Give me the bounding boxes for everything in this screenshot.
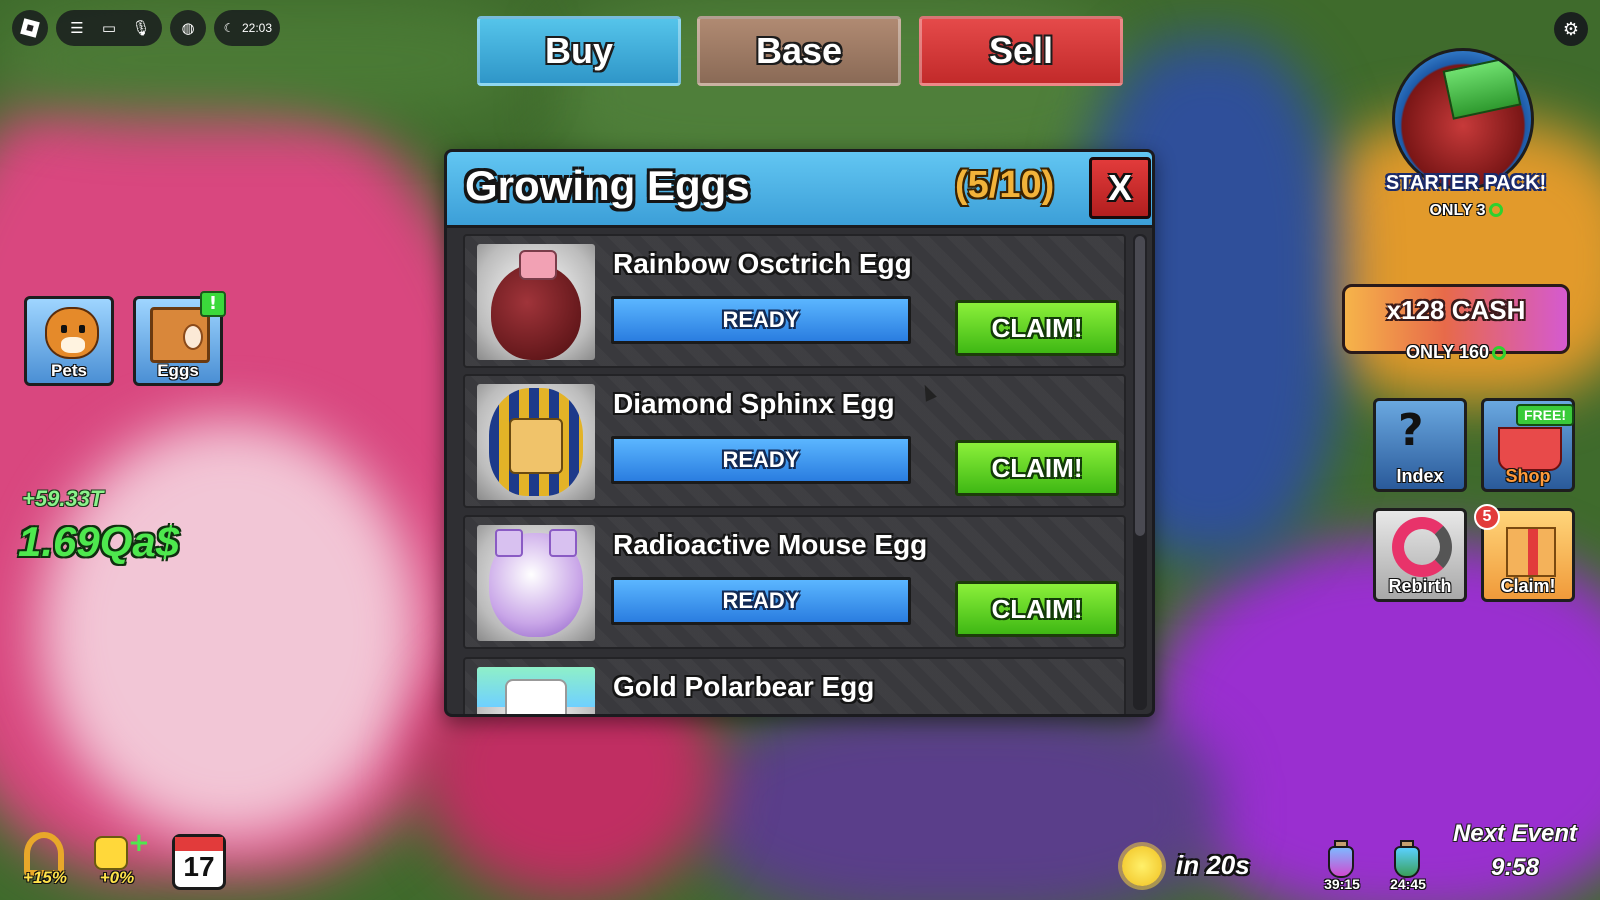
eggs-button[interactable]: ! Eggs <box>133 291 226 386</box>
progress-status: READY <box>722 447 800 472</box>
dog-icon <box>45 307 99 359</box>
sphinx-egg-icon <box>477 384 595 500</box>
boost-percent: +15% <box>23 868 67 887</box>
egg-name: Gold Polarbear Egg <box>613 671 875 702</box>
cash-deal-price: ONLY 160 <box>1342 342 1570 363</box>
sun-icon <box>1122 846 1162 886</box>
cash-stack-icon <box>1442 56 1522 120</box>
scrollbar-thumb[interactable] <box>1135 236 1145 536</box>
modal-title: Growing Eggs <box>465 162 750 209</box>
egg-progress-bar: READY <box>611 577 911 625</box>
egg-list-scrollbar[interactable] <box>1133 234 1147 710</box>
rebirth-label: Rebirth <box>1388 576 1452 596</box>
egg-slot-count: (5/10) <box>955 164 1055 206</box>
growing-eggs-modal: Growing Eggs (5/10) X Rainbow Osctrich E… <box>444 149 1155 717</box>
egg-name: Radioactive Mouse Egg <box>613 529 928 560</box>
egg-list[interactable]: Rainbow Osctrich Egg READY CLAIM! Diamon… <box>463 234 1126 714</box>
starter-pack-title: STARTER PACK! <box>1385 172 1547 194</box>
menu-icon[interactable]: ☰ <box>64 15 90 41</box>
money-balance: 1.69Qa$ <box>18 518 180 565</box>
roblox-menu-button[interactable] <box>12 10 48 46</box>
progress-status: READY <box>722 307 800 332</box>
close-button[interactable]: X <box>1089 157 1151 219</box>
alert-badge: ! <box>200 291 226 317</box>
boost-button[interactable]: +15% <box>16 830 74 888</box>
income-rate: +59.33T <box>22 486 104 511</box>
roblox-topbar: ☰ ▭ 🎙 ◍ ☾ 22:03 <box>12 10 281 46</box>
calendar-icon <box>175 837 223 851</box>
potion-2-button[interactable]: 24:45 <box>1384 838 1428 892</box>
potion-2-timer: 24:45 <box>1390 876 1426 892</box>
next-event-label: Next Event <box>1452 820 1578 847</box>
potion-icon <box>1394 846 1420 878</box>
clock-pill: ☾ 22:03 <box>214 10 281 46</box>
calendar-day: 17 <box>183 851 215 882</box>
cash-deal-title: x128 CASH <box>1386 295 1526 325</box>
potion-icon <box>1328 846 1354 878</box>
mouse-egg-icon <box>477 525 595 641</box>
rebirth-button[interactable]: Rebirth <box>1373 508 1467 602</box>
potion-1-timer: 39:15 <box>1324 876 1360 892</box>
weather-timer: in 20s <box>1176 850 1250 880</box>
robux-icon <box>1488 203 1503 217</box>
egg-row-radioactive-mouse: Radioactive Mouse Egg READY CLAIM! <box>463 515 1126 649</box>
roblox-controls-pill: ☰ ▭ 🎙 <box>56 10 162 46</box>
shop-label: Shop <box>1505 466 1551 486</box>
eggs-label: Eggs <box>157 361 199 380</box>
plus-icon: + <box>128 828 150 858</box>
starter-pack-price: ONLY 3 <box>1372 202 1560 220</box>
clock-time: 22:03 <box>242 21 273 35</box>
index-icon: ? <box>1398 405 1424 456</box>
chat-icon[interactable]: ▭ <box>96 15 122 41</box>
backpack-icon: ◍ <box>181 19 195 37</box>
free-tag: FREE! <box>1516 404 1574 426</box>
mic-icon[interactable]: 🎙 <box>128 15 154 41</box>
tab-buy[interactable]: Buy <box>477 16 681 86</box>
friend-boost-percent: +0% <box>99 868 135 887</box>
index-label: Index <box>1396 466 1444 486</box>
friend-boost-button[interactable]: + +0% <box>88 828 150 888</box>
starter-pack-button[interactable] <box>1392 48 1534 190</box>
settings-gear-icon[interactable]: ⚙ <box>1554 12 1588 46</box>
gift-icon <box>1506 527 1556 577</box>
modal-header: Growing Eggs (5/10) X <box>447 152 1152 228</box>
daily-calendar-button[interactable]: 17 <box>172 834 226 890</box>
moon-icon: ☾ <box>223 21 235 35</box>
claim-gift-label: Claim! <box>1500 576 1556 596</box>
backpack-button[interactable]: ◍ <box>170 10 206 46</box>
tab-sell[interactable]: Sell <box>919 16 1123 86</box>
roblox-icon <box>20 18 40 38</box>
tab-base[interactable]: Base <box>697 16 901 86</box>
pets-button[interactable]: Pets <box>24 296 114 386</box>
egg-progress-bar: READY <box>611 436 911 484</box>
egg-name: Rainbow Osctrich Egg <box>613 248 912 279</box>
egg-row-rainbow-ostrich: Rainbow Osctrich Egg READY CLAIM! <box>463 234 1126 368</box>
friend-icon <box>94 836 128 870</box>
index-button[interactable]: ? Index <box>1373 398 1467 492</box>
claim-button[interactable]: CLAIM! <box>955 581 1119 637</box>
egg-progress-bar: READY <box>611 296 911 344</box>
next-event-timer: 9:58 <box>1490 854 1540 881</box>
claim-button[interactable]: CLAIM! <box>955 300 1119 356</box>
egg-name: Diamond Sphinx Egg <box>613 388 895 419</box>
potion-1-button[interactable]: 39:15 <box>1318 838 1362 892</box>
ostrich-egg-icon <box>477 244 595 360</box>
pets-label: Pets <box>51 361 87 380</box>
egg-row-diamond-sphinx: Diamond Sphinx Egg READY CLAIM! <box>463 374 1126 508</box>
claim-button[interactable]: CLAIM! <box>955 440 1119 496</box>
robux-icon <box>1492 346 1507 360</box>
polarbear-egg-icon <box>477 667 595 714</box>
shop-basket-icon <box>1498 427 1562 471</box>
progress-status: READY <box>722 588 800 613</box>
egg-row-gold-polarbear: Gold Polarbear Egg <box>463 657 1126 714</box>
rebirth-icon <box>1392 517 1452 577</box>
claim-count-badge: 5 <box>1474 504 1500 530</box>
